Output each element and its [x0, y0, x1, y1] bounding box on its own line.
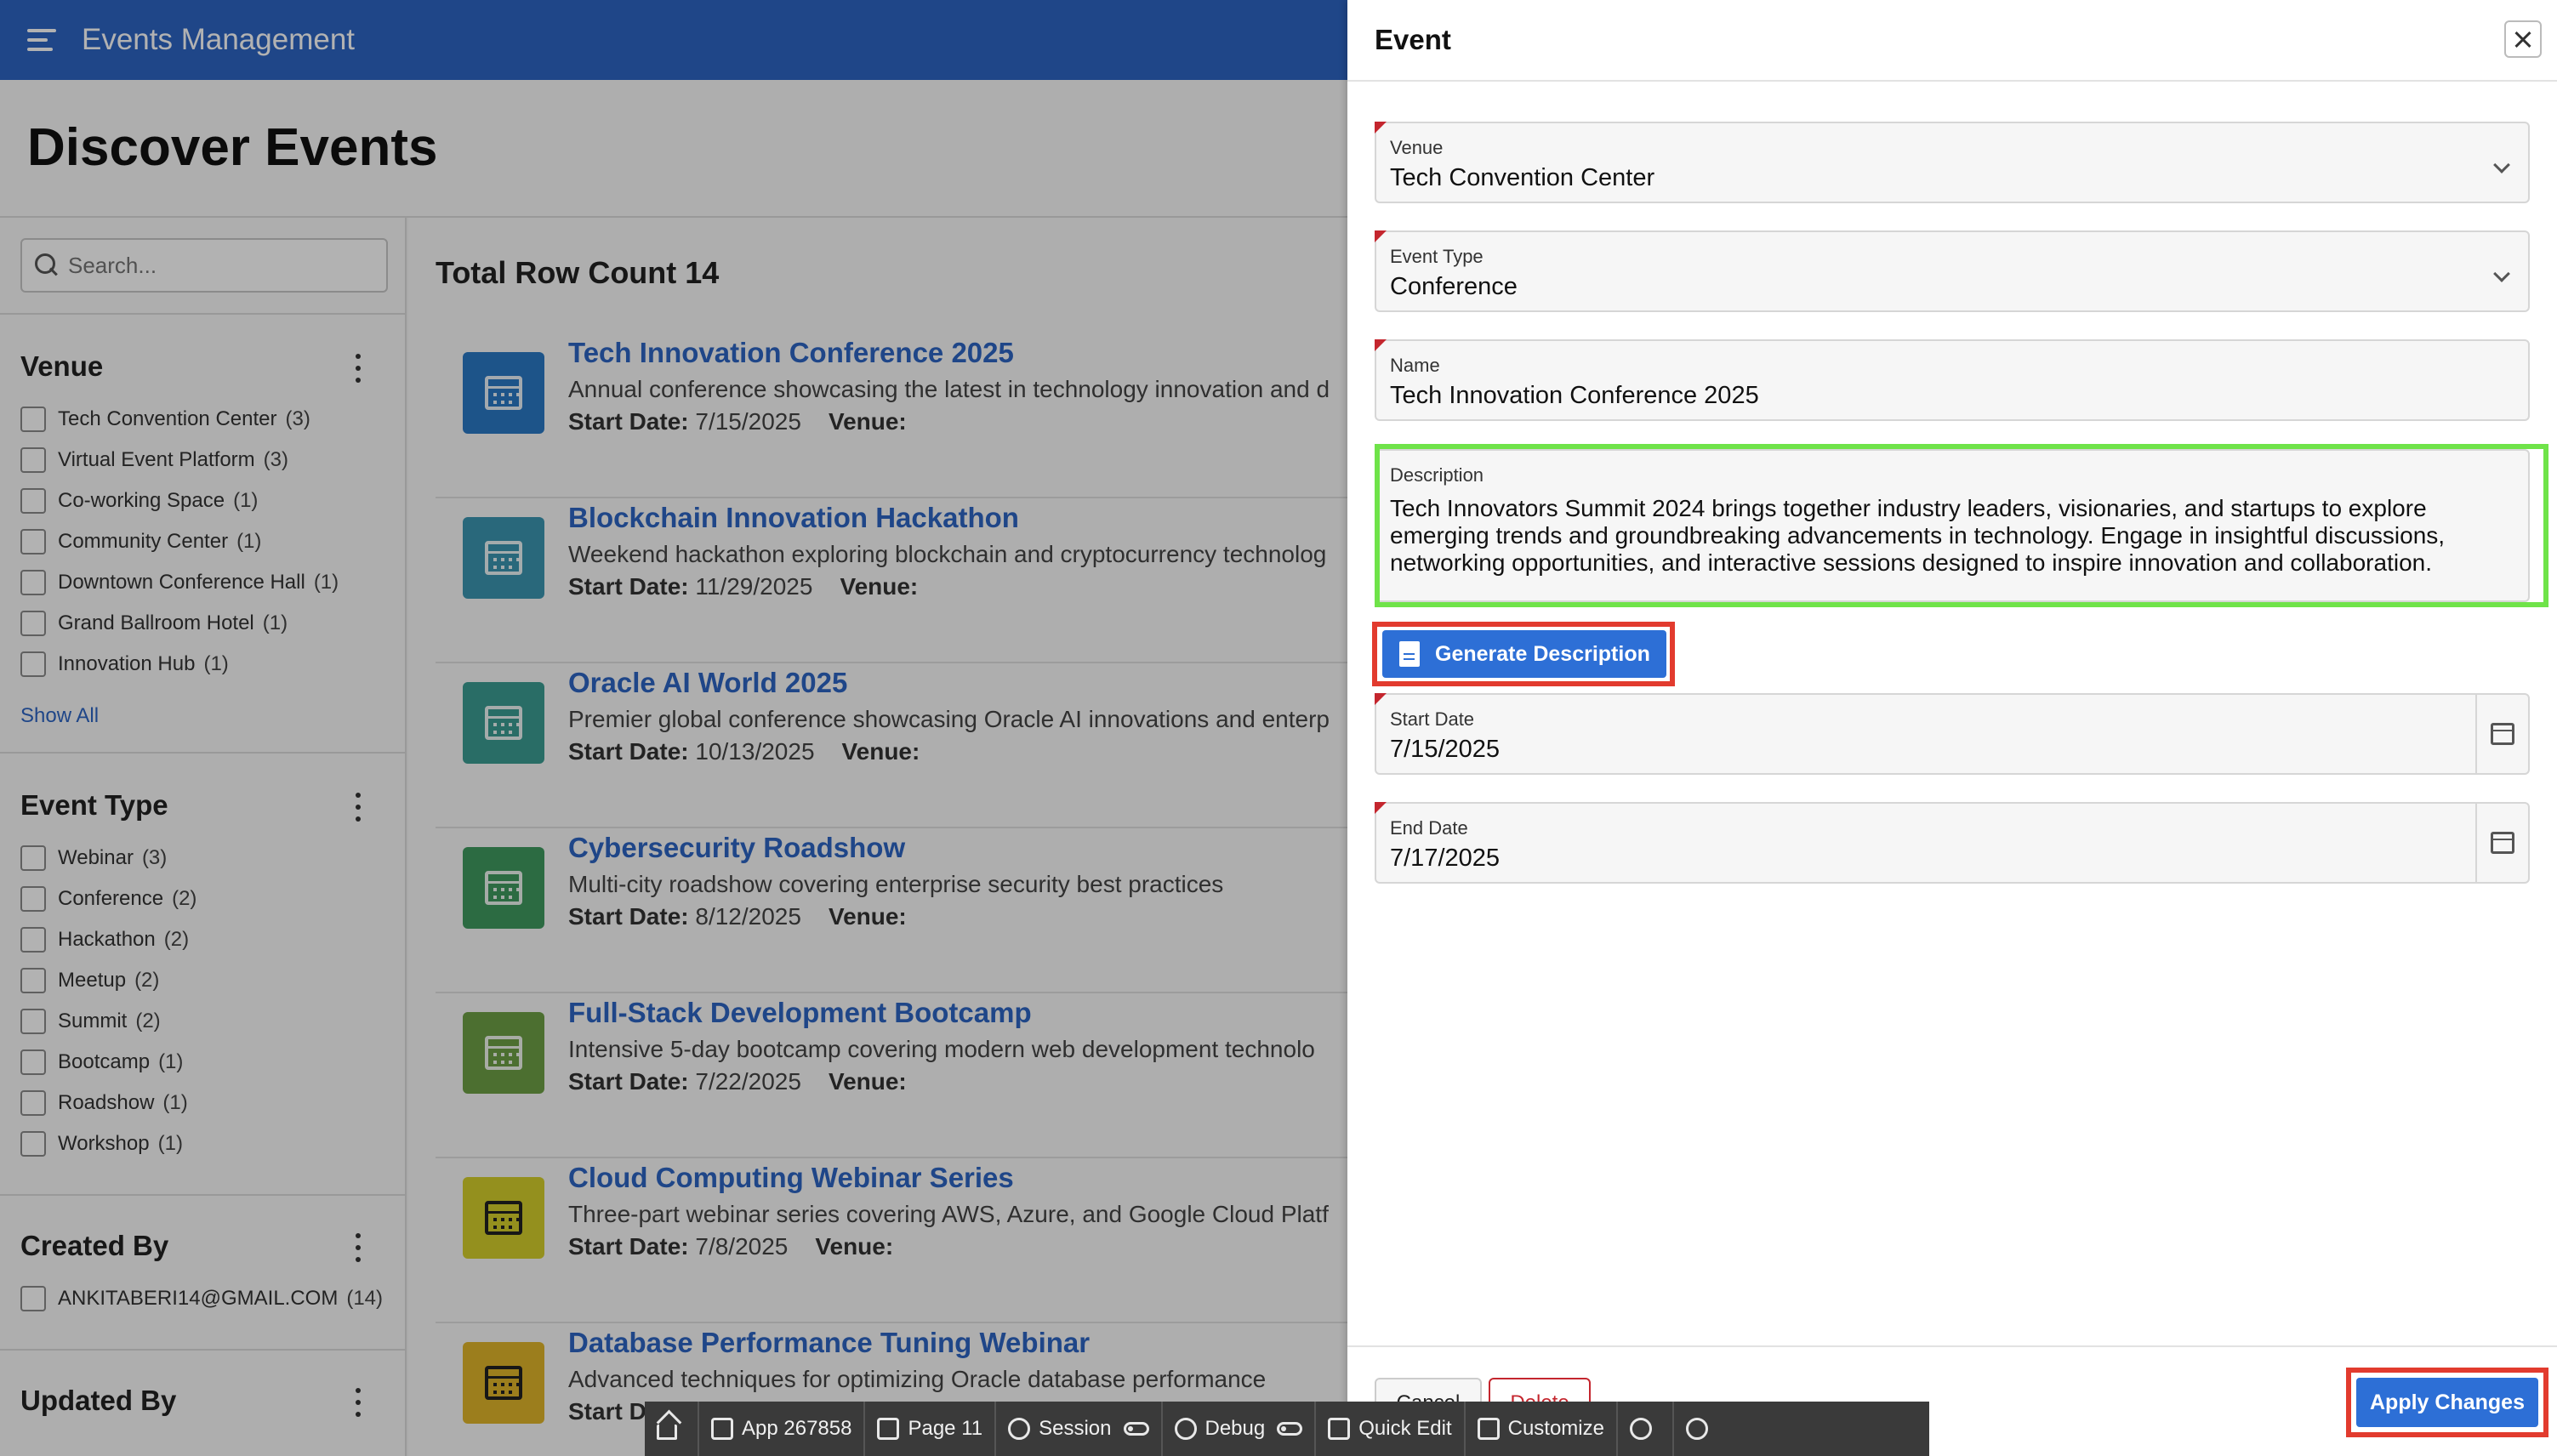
required-indicator	[1375, 230, 1387, 242]
close-icon[interactable]	[2504, 20, 2542, 58]
document-icon	[1399, 641, 1420, 667]
bug-icon	[1174, 1418, 1197, 1440]
field-value: 7/17/2025	[1390, 845, 1501, 872]
debug-button[interactable]: Debug	[1163, 1402, 1317, 1456]
description-highlight	[1375, 444, 2548, 607]
developer-toolbar: App 267858 Page 11 Session Debug Quick E…	[645, 1402, 1929, 1456]
home-button[interactable]	[645, 1402, 699, 1456]
quick-edit-button[interactable]: Quick Edit	[1316, 1402, 1466, 1456]
toggle-icon	[1277, 1422, 1303, 1436]
calendar-icon	[2491, 832, 2514, 854]
date-picker-button[interactable]	[2475, 804, 2528, 882]
info-icon	[1629, 1418, 1652, 1440]
date-picker-button[interactable]	[2475, 695, 2528, 773]
required-indicator	[1375, 693, 1387, 705]
edit-icon	[711, 1418, 733, 1440]
calendar-icon	[2491, 723, 2514, 745]
field-value: Conference	[1390, 273, 1518, 300]
field-label: Start Date	[1390, 708, 1475, 730]
settings-button[interactable]	[1674, 1402, 1728, 1456]
field-value: Tech Convention Center	[1390, 164, 1655, 191]
generate-description-button[interactable]: Generate Description	[1382, 630, 1666, 678]
cursor-icon	[1328, 1418, 1351, 1440]
field-label: End Date	[1390, 817, 1468, 839]
dialog-title: Event	[1375, 24, 1451, 55]
session-icon	[1008, 1418, 1031, 1440]
gear-icon	[1685, 1418, 1708, 1440]
event-type-select[interactable]: Event Type Conference	[1375, 230, 2530, 312]
required-indicator	[1375, 122, 1387, 134]
field-label: Event Type	[1390, 246, 1484, 267]
session-button[interactable]: Session	[996, 1402, 1163, 1456]
field-value: 7/15/2025	[1390, 736, 1501, 763]
app-button[interactable]: App 267858	[699, 1402, 866, 1456]
button-label: Generate Description	[1435, 641, 1650, 666]
field-label: Venue	[1390, 137, 1444, 158]
chevron-down-icon	[2493, 265, 2510, 282]
required-indicator	[1375, 802, 1387, 814]
field-value: Tech Innovation Conference 2025	[1390, 382, 1759, 409]
page-button[interactable]: Page 11	[865, 1402, 997, 1456]
event-dialog: Event Venue Tech Convention Center Event…	[1347, 0, 2557, 1456]
name-field[interactable]: Name Tech Innovation Conference 2025	[1375, 339, 2530, 421]
customize-button[interactable]: Customize	[1466, 1402, 1618, 1456]
apply-changes-button[interactable]: Apply Changes	[2356, 1378, 2538, 1427]
required-indicator	[1375, 339, 1387, 351]
venue-select[interactable]: Venue Tech Convention Center	[1375, 122, 2530, 203]
chevron-down-icon	[2493, 156, 2510, 173]
info-button[interactable]	[1618, 1402, 1674, 1456]
page-icon	[877, 1418, 900, 1440]
start-date-field[interactable]: Start Date 7/15/2025	[1375, 693, 2530, 775]
toggle-icon	[1123, 1422, 1149, 1436]
modal-overlay[interactable]	[0, 0, 1347, 1456]
dialog-header: Event	[1347, 0, 2557, 82]
home-icon	[657, 1425, 677, 1440]
field-label: Name	[1390, 355, 1440, 376]
paint-roller-icon	[1477, 1418, 1500, 1440]
end-date-field[interactable]: End Date 7/17/2025	[1375, 802, 2530, 884]
